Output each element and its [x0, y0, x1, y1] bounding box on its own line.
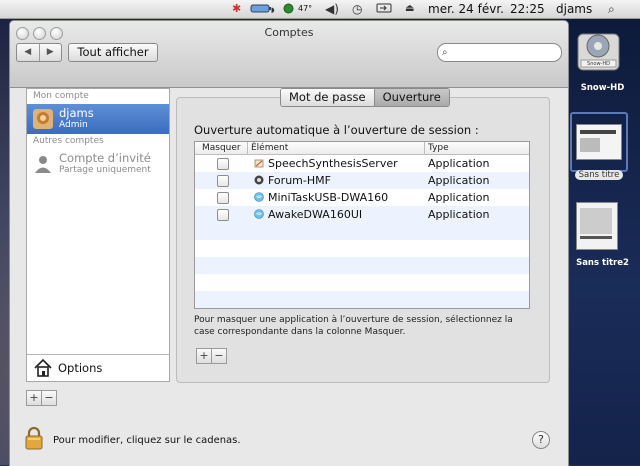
home-icon — [34, 358, 52, 377]
temperature-icon[interactable] — [283, 2, 294, 16]
login-item-name: MiniTaskUSB-DWA160 — [268, 191, 389, 204]
hide-hint-text: Pour masquer une application à l’ouvertu… — [194, 315, 513, 337]
table-row[interactable]: SpeechSynthesisServer Application — [195, 155, 529, 172]
lock-icon[interactable] — [25, 426, 43, 450]
tab-login-items[interactable]: Ouverture — [373, 89, 449, 106]
table-header: Masquer Élément Type — [195, 142, 529, 155]
volume-icon[interactable]: ◀︎) — [325, 2, 339, 16]
add-account-button[interactable]: + — [27, 391, 41, 405]
accounts-sidebar: Mon compte djams Admin Autres comptes Co… — [26, 88, 170, 382]
lock-message: Pour modifier, cliquez sur le cadenas. — [53, 435, 241, 446]
disk-label: Snow-HD — [580, 83, 625, 93]
file-label-text: Sans titre — [574, 170, 624, 180]
menubar-date[interactable]: mer. 24 févr. — [428, 1, 504, 17]
search-field[interactable]: ⌕ — [437, 43, 562, 62]
sidebar-user-name: djams — [59, 106, 94, 120]
user-avatar-icon — [33, 109, 53, 129]
options-item[interactable]: Options — [27, 354, 169, 382]
column-separator — [424, 142, 425, 154]
table-row[interactable]: AwakeDWA160UI Application — [195, 206, 529, 223]
sidebar-guest-name: Compte d’invité — [59, 151, 151, 165]
column-type[interactable]: Type — [428, 142, 449, 154]
sidebar-user-role: Admin — [59, 120, 88, 130]
disk-badge: Snow-HD — [587, 61, 610, 67]
input-menu-icon[interactable] — [376, 2, 392, 16]
disk-icon[interactable]: Snow-HD — [576, 24, 621, 72]
svg-text:◗: ◗ — [271, 6, 275, 14]
window-title: Comptes — [264, 26, 314, 39]
table-row[interactable]: MiniTaskUSB-DWA160 Application — [195, 189, 529, 206]
back-arrow-icon: ◀ — [24, 47, 32, 57]
login-item-type: Application — [428, 191, 490, 204]
add-login-item-button[interactable]: + — [197, 349, 211, 363]
table-stripe — [195, 223, 529, 240]
hide-checkbox[interactable] — [217, 175, 229, 187]
login-item-type: Application — [428, 174, 490, 187]
wifi-app-icon — [254, 209, 264, 219]
login-item-type: Application — [428, 157, 490, 170]
tab-bar: Mot de passe Ouverture — [280, 88, 450, 107]
login-item-add-remove: + − — [196, 348, 227, 364]
show-all-button[interactable]: Tout afficher — [68, 43, 158, 62]
login-items-heading: Ouverture automatique à l’ouverture de s… — [194, 123, 479, 137]
file-label-sans-titre: Sans titre — [570, 170, 628, 180]
menubar-user[interactable]: djams — [556, 1, 592, 17]
help-button[interactable]: ? — [532, 431, 550, 449]
back-button[interactable]: ◀ — [17, 44, 39, 61]
my-account-header: Mon compte — [33, 91, 89, 101]
login-item-type: Application — [428, 208, 490, 221]
wifi-app-icon — [254, 192, 264, 202]
table-stripe — [195, 291, 529, 308]
hide-checkbox[interactable] — [217, 158, 229, 170]
sidebar-item-guest[interactable]: Compte d’invité Partage uniquement — [27, 149, 169, 179]
accounts-window: Comptes ◀ ▶ Tout afficher ⌕ Mon compte d… — [9, 20, 569, 466]
file-label-sans-titre2: Sans titre2 — [576, 258, 629, 268]
login-item-name: SpeechSynthesisServer — [268, 157, 398, 170]
login-item-name: Forum-HMF — [268, 174, 331, 187]
forward-button[interactable]: ▶ — [38, 44, 62, 61]
table-stripe — [195, 257, 529, 274]
speech-app-icon — [254, 158, 264, 168]
other-accounts-header: Autres comptes — [33, 136, 104, 146]
file-icon-sans-titre2[interactable] — [574, 200, 620, 250]
menubar: ✱ ◗ 47° ◀︎) ◷ ⏏ mer. 24 févr. 22:25 djam… — [0, 0, 640, 19]
titlebar: Comptes ◀ ▶ Tout afficher ⌕ — [10, 21, 568, 88]
column-item[interactable]: Élément — [251, 142, 288, 154]
forum-app-icon — [254, 175, 264, 185]
time-machine-icon[interactable]: ◷ — [352, 2, 362, 16]
file-icon-sans-titre[interactable] — [570, 112, 628, 172]
nav-buttons: ◀ ▶ — [16, 43, 62, 62]
lobster-icon[interactable]: ✱ — [232, 2, 241, 16]
remove-login-item-button[interactable]: − — [211, 349, 226, 363]
menubar-time[interactable]: 22:25 — [510, 1, 545, 17]
login-items-table: Masquer Élément Type SpeechSynthesisServ… — [194, 141, 530, 309]
footer: Pour modifier, cliquez sur le cadenas. ? — [10, 416, 568, 466]
remove-account-button[interactable]: − — [41, 391, 56, 405]
forward-arrow-icon: ▶ — [46, 47, 54, 57]
battery-icon[interactable]: ◗ — [250, 2, 276, 16]
temperature-text: 47° — [298, 4, 313, 13]
spotlight-icon[interactable]: ⌕ — [608, 2, 615, 16]
eject-icon[interactable]: ⏏ — [405, 2, 414, 16]
sidebar-guest-sub: Partage uniquement — [59, 165, 151, 175]
column-separator — [247, 142, 248, 154]
options-label: Options — [58, 361, 103, 375]
sidebar-item-djams[interactable]: djams Admin — [27, 104, 169, 134]
column-hide[interactable]: Masquer — [202, 142, 241, 154]
hide-checkbox[interactable] — [217, 209, 229, 221]
guest-user-icon — [35, 156, 51, 173]
login-item-name: AwakeDWA160UI — [268, 208, 363, 221]
tab-password[interactable]: Mot de passe — [281, 89, 374, 106]
hide-checkbox[interactable] — [217, 192, 229, 204]
account-add-remove: + − — [26, 390, 57, 406]
table-row[interactable]: Forum-HMF Application — [195, 172, 529, 189]
search-icon: ⌕ — [442, 47, 448, 58]
